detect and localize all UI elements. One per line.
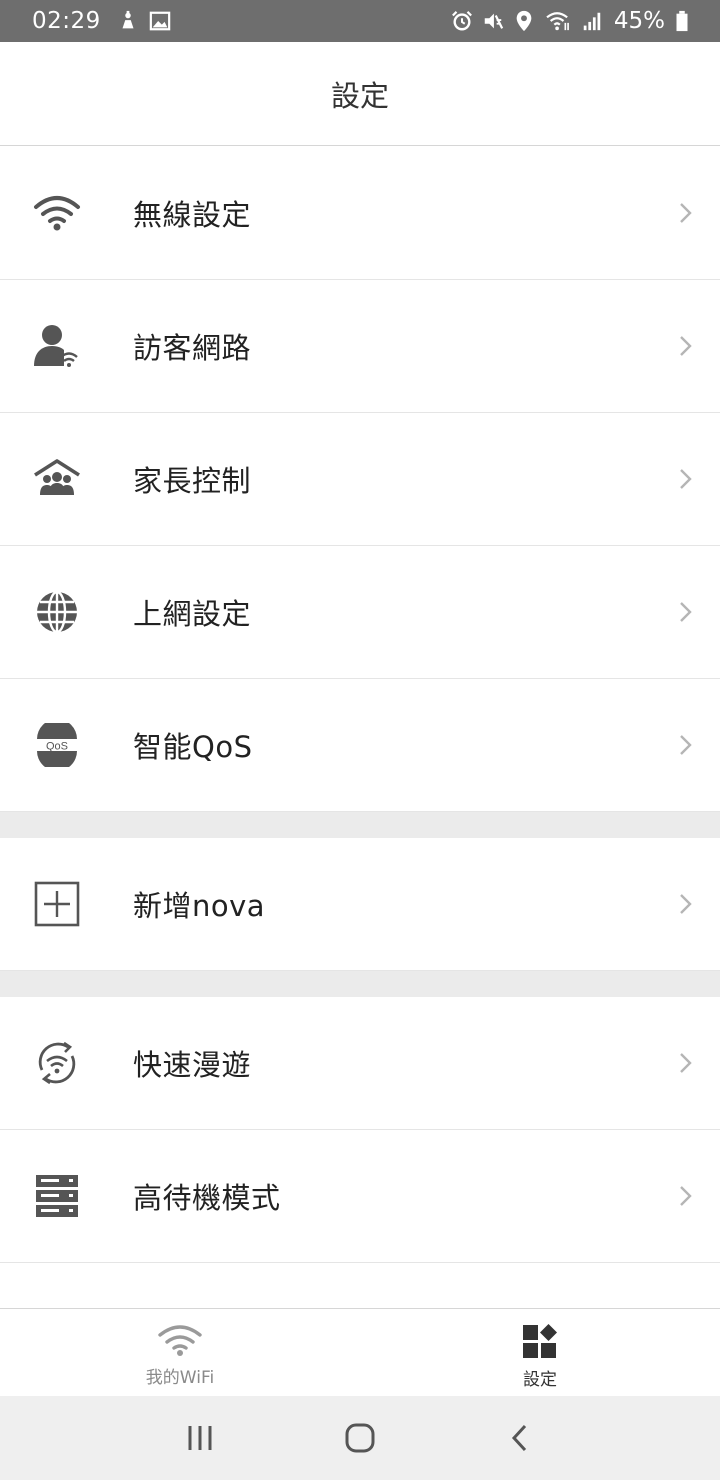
section-divider	[0, 812, 720, 838]
battery-percent: 45%	[613, 8, 665, 34]
back-button[interactable]	[490, 1408, 550, 1468]
recent-apps-button[interactable]	[170, 1408, 230, 1468]
settings-item-label: 快速漫遊	[133, 1048, 252, 1082]
globe-icon	[37, 590, 77, 634]
settings-item-guest-network[interactable]: 訪客網路	[0, 280, 720, 413]
settings-item-wireless[interactable]: 無線設定	[0, 147, 720, 280]
chevron-right-icon	[680, 336, 692, 356]
guest-user-icon	[34, 325, 78, 367]
status-time: 02:29	[32, 8, 101, 34]
settings-item-internet[interactable]: 上網設定	[0, 546, 720, 679]
settings-item-label: 家長控制	[133, 464, 252, 498]
recent-apps-icon	[188, 1426, 212, 1450]
settings-item-label: 訪客網路	[133, 331, 252, 365]
status-bar: 02:29 45%	[0, 0, 720, 42]
server-icon	[36, 1175, 78, 1217]
tab-settings[interactable]: 設定	[360, 1309, 720, 1397]
wifi-icon	[34, 196, 80, 231]
android-debug-icon	[122, 10, 134, 29]
fast-roaming-icon	[38, 1041, 76, 1085]
battery-icon	[676, 10, 688, 32]
chevron-right-icon	[680, 894, 692, 914]
settings-item-standby-mode[interactable]: 高待機模式	[0, 1130, 720, 1263]
qos-badge-text: QoS	[46, 741, 68, 753]
settings-item-fast-roaming[interactable]: 快速漫遊	[0, 997, 720, 1130]
chevron-right-icon	[680, 1186, 692, 1206]
settings-item-label: 無線設定	[133, 198, 252, 232]
section-divider	[0, 971, 720, 997]
settings-item-label: 新增nova	[133, 889, 266, 923]
alarm-icon	[451, 11, 472, 31]
wifi-icon	[546, 12, 569, 31]
settings-item-smart-qos[interactable]: QoS 智能QoS	[0, 679, 720, 812]
settings-item-label: 上網設定	[133, 597, 252, 631]
settings-item-partial[interactable]	[0, 1263, 720, 1308]
home-icon	[345, 1423, 375, 1453]
settings-item-label: 智能QoS	[133, 730, 253, 764]
chevron-right-icon	[680, 735, 692, 755]
bottom-navigation: 我的WiFi 設定	[0, 1308, 720, 1396]
mute-icon	[484, 13, 504, 29]
qos-icon: QoS	[37, 723, 77, 767]
page-title: 設定	[330, 78, 389, 113]
chevron-right-icon	[680, 602, 692, 622]
wifi-icon	[158, 1325, 202, 1356]
settings-list: 無線設定 訪客網路 家長控制 上網設定 QoS 智能QoS 新增nova 快速漫…	[0, 147, 720, 1308]
chevron-right-icon	[680, 469, 692, 489]
add-square-icon	[34, 881, 80, 927]
chevron-right-icon	[680, 1053, 692, 1073]
image-icon	[149, 11, 171, 31]
parental-control-icon	[34, 459, 80, 495]
tab-label: 我的WiFi	[145, 1368, 215, 1388]
chevron-right-icon	[680, 203, 692, 223]
settings-grid-icon	[523, 1324, 557, 1358]
settings-item-add-nova[interactable]: 新增nova	[0, 838, 720, 971]
back-icon	[511, 1424, 527, 1452]
tab-label: 設定	[523, 1370, 557, 1390]
settings-item-label: 高待機模式	[133, 1181, 281, 1215]
location-icon	[516, 10, 532, 32]
home-button[interactable]	[330, 1408, 390, 1468]
app-header: 設定	[0, 42, 720, 146]
signal-icon	[583, 12, 601, 31]
tab-my-wifi[interactable]: 我的WiFi	[0, 1309, 360, 1397]
system-navigation-bar	[0, 1396, 720, 1480]
settings-item-parental-control[interactable]: 家長控制	[0, 413, 720, 546]
